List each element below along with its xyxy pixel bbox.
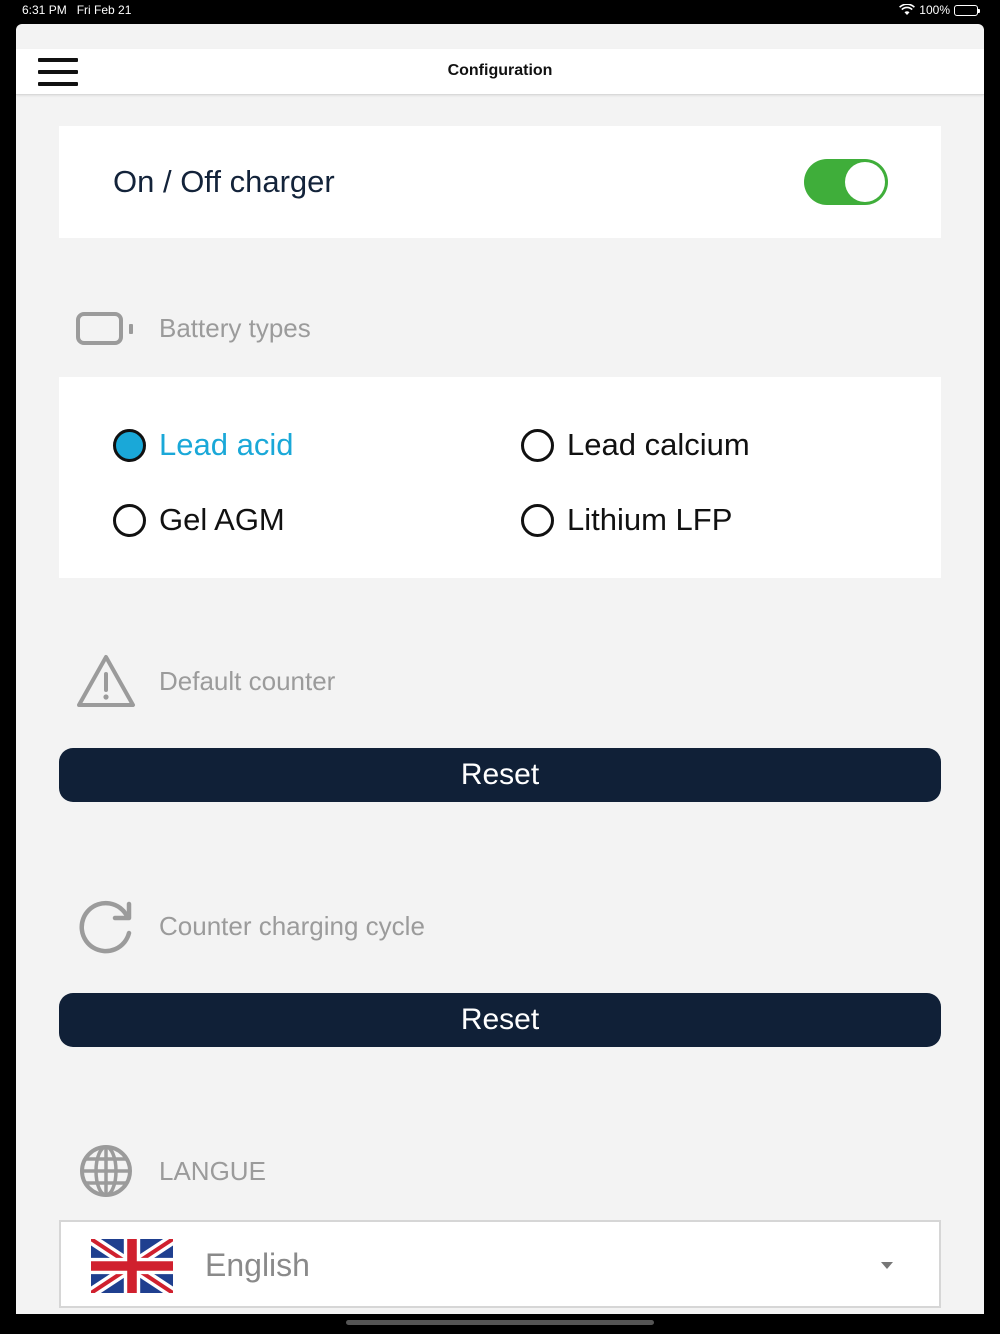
radio-lead-calcium[interactable]: Lead calcium — [521, 427, 750, 463]
battery-types-header: Battery types — [76, 299, 936, 359]
navbar: Configuration — [16, 49, 984, 95]
status-battery-icon — [954, 4, 980, 16]
charger-card: On / Off charger — [59, 126, 941, 238]
radio-lead-acid[interactable]: Lead acid — [113, 427, 293, 463]
charger-label: On / Off charger — [113, 164, 335, 199]
radio-label: Lead calcium — [567, 427, 750, 462]
charger-toggle[interactable] — [804, 159, 888, 205]
charging-cycle-header: Counter charging cycle — [76, 896, 936, 956]
radio-lithium-lfp[interactable]: Lithium LFP — [521, 502, 732, 538]
battery-icon — [76, 312, 133, 345]
wifi-icon — [899, 4, 916, 15]
reset-charging-cycle-button[interactable]: Reset — [59, 993, 941, 1047]
warning-icon — [77, 655, 135, 707]
status-time: 6:31 PM Fri Feb 21 — [22, 3, 132, 17]
radio-label: Gel AGM — [159, 502, 285, 537]
default-counter-header: Default counter — [76, 652, 936, 712]
radio-circle — [113, 428, 146, 462]
radio-gel-agm[interactable]: Gel AGM — [113, 502, 285, 538]
globe-icon — [80, 1145, 132, 1197]
language-title: LANGUE — [159, 1156, 266, 1186]
default-counter-title: Default counter — [159, 666, 336, 696]
reset-default-counter-button[interactable]: Reset — [59, 748, 941, 802]
radio-circle — [521, 503, 554, 537]
chevron-down-icon — [881, 1262, 893, 1269]
battery-percent: 100% — [919, 3, 950, 17]
language-header: LANGUE — [76, 1141, 936, 1201]
language-dropdown[interactable]: English — [59, 1220, 941, 1308]
language-value: English — [205, 1247, 310, 1283]
toggle-knob — [845, 162, 885, 202]
app-screen: Configuration On / Off charger Battery t… — [16, 24, 984, 1314]
status-bar: 6:31 PM Fri Feb 21 100% — [0, 0, 1000, 22]
home-indicator — [346, 1320, 654, 1325]
status-right: 100% — [899, 3, 980, 17]
radio-circle — [521, 428, 554, 462]
charging-cycle-title: Counter charging cycle — [159, 911, 425, 941]
battery-types-title: Battery types — [159, 313, 311, 343]
radio-label: Lithium LFP — [567, 502, 733, 537]
page-title: Configuration — [447, 62, 553, 79]
uk-flag-icon — [91, 1239, 173, 1293]
radio-label: Lead acid — [159, 427, 294, 462]
battery-types-card: Lead acid Lead calcium Gel AGM Lithium L… — [59, 377, 941, 578]
refresh-icon — [79, 900, 132, 954]
radio-circle — [113, 503, 146, 537]
